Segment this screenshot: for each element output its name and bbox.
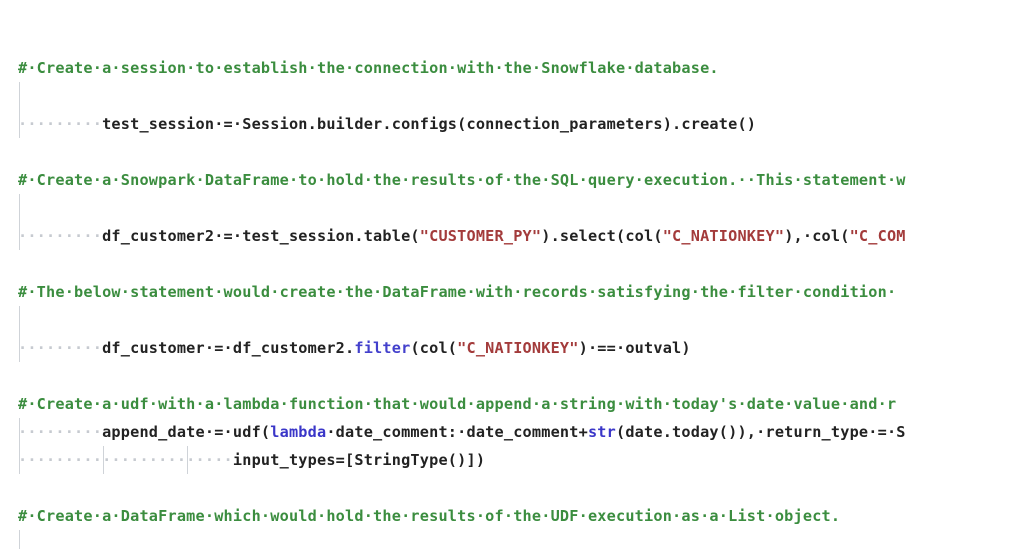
token-string: "C_NATIONKEY"	[457, 339, 579, 357]
code-line[interactable]: ·········append_date·=·udf(lambda·date_c…	[0, 418, 1024, 446]
token-ws: ·········	[18, 339, 103, 357]
indent-guide	[103, 446, 104, 474]
token-fn: filter	[354, 339, 411, 357]
token-plain: ),·col(	[784, 227, 850, 245]
code-line[interactable]: #·The·below·statement·would·create·the·D…	[0, 278, 1024, 306]
token-comment: #·Create·a·Snowpark·DataFrame·to·hold·th…	[18, 171, 906, 189]
token-plain: df_customer2·=·test_session.table(	[102, 227, 420, 245]
token-plain: (date.today()),·return_type·=·S	[616, 423, 906, 441]
empty-line	[18, 367, 27, 385]
token-plain: ·date_comment:·date_comment+	[326, 423, 588, 441]
code-line[interactable]: ·········df_customer2·=·test_session.tab…	[0, 222, 1024, 250]
code-line[interactable]: ·······················input_types=[Stri…	[0, 446, 1024, 474]
indent-guide	[19, 306, 20, 334]
token-plain: test_session·=·Session.builder.configs(c…	[102, 115, 757, 133]
empty-line	[18, 31, 27, 49]
token-plain: )·==·outval)	[578, 339, 691, 357]
code-line[interactable]	[0, 138, 1024, 166]
token-comment: #·Create·a·DataFrame·which·would·hold·th…	[18, 507, 841, 525]
code-line[interactable]	[0, 82, 1024, 110]
code-line[interactable]	[0, 306, 1024, 334]
token-plain: df_customer·=·df_customer2.	[102, 339, 355, 357]
code-lines-container[interactable]: #·Create·a·session·to·establish·the·conn…	[0, 0, 1024, 549]
token-ws: ·········	[18, 227, 103, 245]
empty-line	[18, 143, 27, 161]
code-line[interactable]: #·Create·a·session·to·establish·the·conn…	[0, 54, 1024, 82]
token-ws: ·······················	[18, 451, 233, 469]
code-line[interactable]	[0, 194, 1024, 222]
code-editor[interactable]: #·Create·a·session·to·establish·the·conn…	[0, 0, 1024, 549]
indent-guide	[19, 194, 20, 222]
empty-line	[18, 255, 27, 273]
token-ws: ·········	[18, 423, 103, 441]
token-plain: input_types=[StringType()])	[232, 451, 486, 469]
indent-guide	[19, 222, 20, 250]
token-comment: #·Create·a·session·to·establish·the·conn…	[18, 59, 719, 77]
token-string: "C_COM	[849, 227, 906, 245]
code-line[interactable]	[0, 250, 1024, 278]
token-ws: ·········	[18, 115, 103, 133]
code-line[interactable]: #·Create·a·Snowpark·DataFrame·to·hold·th…	[0, 166, 1024, 194]
empty-line	[18, 479, 27, 497]
token-kw: lambda	[270, 423, 327, 441]
token-comment: #·Create·a·udf·with·a·lambda·function·th…	[18, 395, 897, 413]
code-line[interactable]: ·········df_customer·=·df_customer2.filt…	[0, 334, 1024, 362]
code-line[interactable]: #·Create·a·DataFrame·which·would·hold·th…	[0, 502, 1024, 530]
token-string: "C_NATIONKEY"	[662, 227, 785, 245]
code-line[interactable]	[0, 26, 1024, 54]
code-line[interactable]: #·Create·a·udf·with·a·lambda·function·th…	[0, 390, 1024, 418]
indent-guide	[187, 446, 188, 474]
indent-guide	[19, 110, 20, 138]
indent-guide	[19, 334, 20, 362]
token-comment: #·The·below·statement·would·create·the·D…	[18, 283, 897, 301]
token-kw: str	[587, 423, 616, 441]
indent-guide	[19, 446, 20, 474]
code-line[interactable]	[0, 362, 1024, 390]
token-plain: (col(	[410, 339, 458, 357]
token-string: "CUSTOMER_PY"	[419, 227, 542, 245]
indent-guide	[19, 418, 20, 446]
code-line[interactable]: ·········test_session·=·Session.builder.…	[0, 110, 1024, 138]
code-line[interactable]	[0, 530, 1024, 549]
token-plain: append_date·=·udf(	[102, 423, 271, 441]
indent-guide	[19, 82, 20, 110]
indent-guide	[19, 530, 20, 549]
token-plain: ).select(col(	[541, 227, 663, 245]
code-line[interactable]	[0, 474, 1024, 502]
